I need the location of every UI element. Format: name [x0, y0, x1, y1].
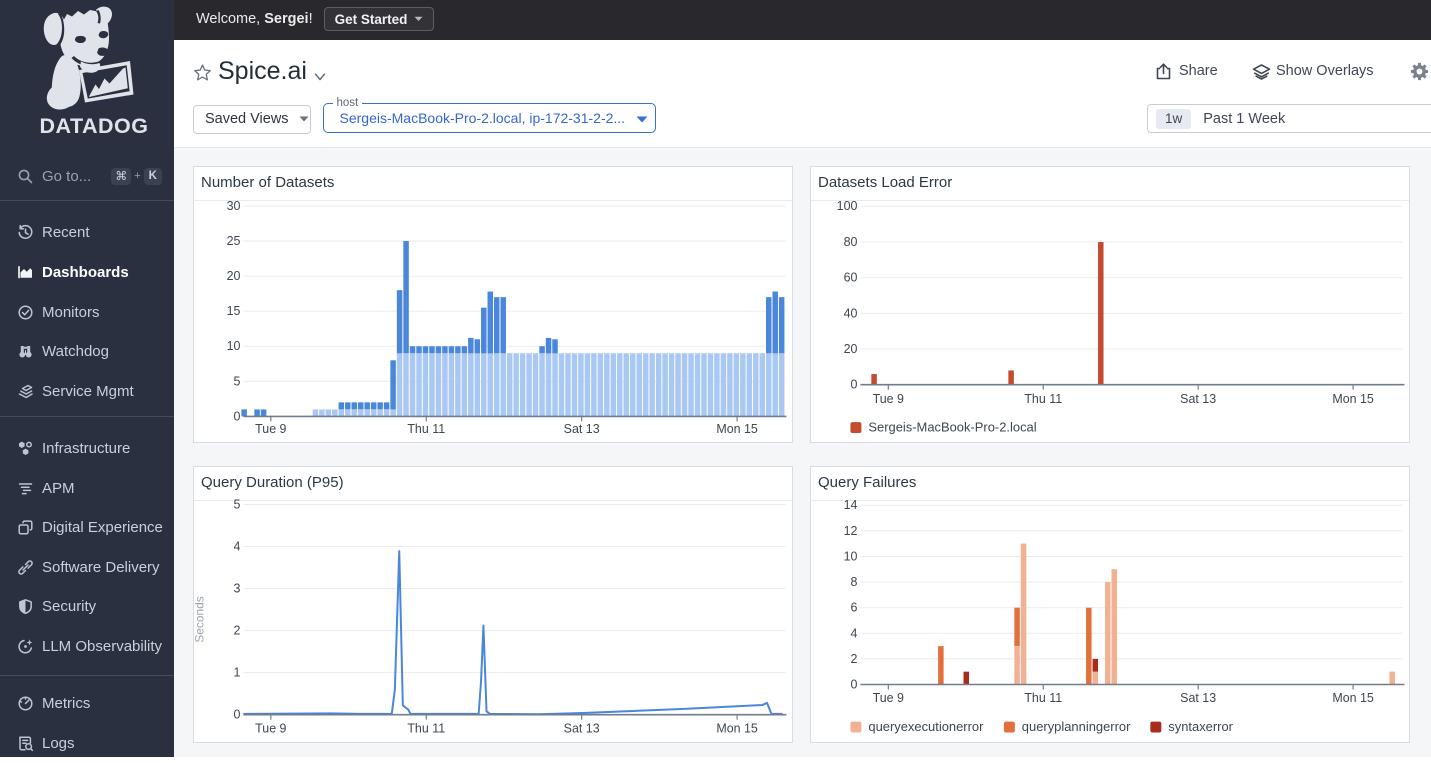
- svg-text:Thu 11: Thu 11: [1024, 392, 1062, 406]
- svg-text:Tue 9: Tue 9: [255, 422, 286, 436]
- svg-text:Sergeis-MacBook-Pro-2.local: Sergeis-MacBook-Pro-2.local: [868, 420, 1036, 435]
- svg-text:Sat 13: Sat 13: [1180, 691, 1216, 705]
- svg-text:10: 10: [844, 549, 858, 563]
- svg-text:80: 80: [844, 235, 858, 249]
- svg-text:queryexecutionerror: queryexecutionerror: [868, 719, 984, 734]
- svg-text:Tue 9: Tue 9: [873, 392, 904, 406]
- svg-text:0: 0: [233, 708, 240, 722]
- svg-text:14: 14: [844, 498, 858, 512]
- svg-text:Mon 15: Mon 15: [716, 722, 758, 736]
- svg-text:Mon 15: Mon 15: [1332, 691, 1374, 705]
- svg-text:1: 1: [233, 666, 240, 680]
- svg-text:2: 2: [850, 652, 857, 666]
- svg-text:Sat 13: Sat 13: [1180, 392, 1216, 406]
- svg-text:3: 3: [233, 582, 240, 596]
- svg-text:Thu 11: Thu 11: [407, 422, 445, 436]
- svg-text:Sat 13: Sat 13: [564, 422, 600, 436]
- svg-text:queryplanningerror: queryplanningerror: [1022, 719, 1131, 734]
- svg-text:Thu 11: Thu 11: [1024, 691, 1062, 705]
- svg-text:0: 0: [850, 677, 857, 691]
- svg-text:syntaxerror: syntaxerror: [1168, 719, 1233, 734]
- svg-text:10: 10: [227, 339, 241, 353]
- svg-text:60: 60: [844, 271, 858, 285]
- svg-text:Thu 11: Thu 11: [407, 722, 445, 736]
- svg-text:5: 5: [233, 374, 240, 388]
- svg-text:30: 30: [227, 199, 241, 213]
- svg-text:40: 40: [844, 306, 858, 320]
- svg-text:4: 4: [850, 626, 857, 640]
- svg-text:5: 5: [233, 497, 240, 511]
- svg-text:Mon 15: Mon 15: [1332, 392, 1374, 406]
- svg-text:20: 20: [844, 342, 858, 356]
- svg-text:Sat 13: Sat 13: [564, 722, 600, 736]
- svg-text:8: 8: [850, 575, 857, 589]
- svg-text:6: 6: [850, 601, 857, 615]
- svg-text:0: 0: [233, 409, 240, 423]
- svg-text:4: 4: [233, 539, 240, 553]
- svg-text:100: 100: [837, 199, 858, 213]
- svg-text:Mon 15: Mon 15: [716, 422, 758, 436]
- svg-text:Tue 9: Tue 9: [255, 722, 286, 736]
- svg-text:0: 0: [850, 378, 857, 392]
- svg-text:20: 20: [227, 269, 241, 283]
- svg-text:15: 15: [227, 304, 241, 318]
- svg-text:2: 2: [233, 624, 240, 638]
- svg-text:25: 25: [227, 234, 241, 248]
- svg-text:12: 12: [844, 524, 858, 538]
- svg-text:Seconds: Seconds: [194, 596, 207, 642]
- svg-text:Tue 9: Tue 9: [873, 691, 904, 705]
